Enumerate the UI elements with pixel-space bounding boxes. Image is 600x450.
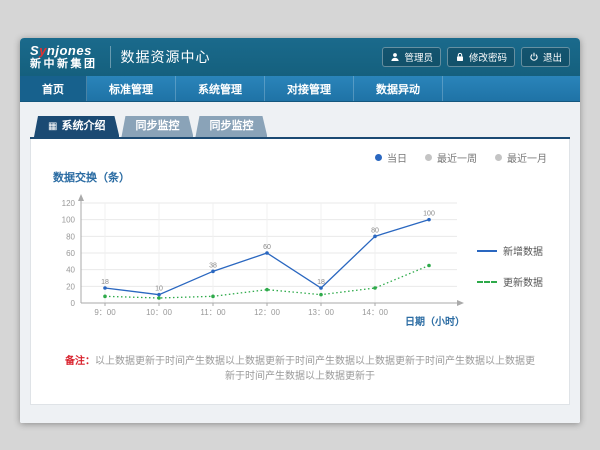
svg-text:38: 38 [209, 262, 217, 269]
svg-text:20: 20 [66, 282, 75, 291]
footnote: 备注：以上数据更新于时间产生数据以上数据更新于时间产生数据以上数据更新于时间产生… [47, 352, 553, 382]
svg-text:10: 10 [155, 286, 163, 293]
admin-user-button[interactable]: 管理员 [382, 47, 441, 67]
logo-accent-mark: y [39, 43, 47, 58]
radio-dot-icon [495, 154, 502, 161]
legend-item-new-data: 新增数据 [477, 243, 543, 258]
grid-icon: ▦ [48, 121, 57, 132]
svg-text:12：00: 12：00 [254, 308, 280, 317]
note-text: 以上数据更新于时间产生数据以上数据更新于时间产生数据以上数据更新于时间产生数据以… [95, 356, 535, 382]
nav-item-standard-mgmt[interactable]: 标准管理 [87, 76, 176, 101]
brand-logo: Synjones 新中新集团 [30, 44, 98, 70]
range-filter: 当日 最近一周 最近一月 [47, 149, 553, 165]
logout-label: 退出 [543, 50, 562, 64]
svg-text:40: 40 [66, 266, 75, 275]
note-label: 备注： [65, 356, 95, 367]
lock-icon [455, 52, 465, 62]
nav-item-system-mgmt[interactable]: 系统管理 [176, 76, 265, 101]
nav-item-home[interactable]: 首页 [20, 76, 87, 101]
chart-panel: 当日 最近一周 最近一月 数据交换（条） 0 20 40 60 80 100 120 9：00… [30, 139, 570, 405]
legend-new-data-label: 新增数据 [503, 243, 543, 258]
chart-row: 0 20 40 60 80 100 120 9：00 10：00 11：00 12：00 13：00 1… [47, 187, 553, 328]
logo-text: Synjones [30, 44, 98, 58]
tab-sync-monitor-1[interactable]: 同步监控 [121, 116, 193, 137]
radio-dot-icon [375, 154, 382, 161]
svg-text:13：00: 13：00 [308, 308, 334, 317]
admin-user-label: 管理员 [404, 50, 433, 64]
nav-item-connection-mgmt[interactable]: 对接管理 [265, 76, 354, 101]
change-password-button[interactable]: 修改密码 [447, 47, 515, 67]
svg-text:9：00: 9：00 [94, 308, 116, 317]
content-area: ▦系统介绍 同步监控 同步监控 当日 最近一周 最近一月 数据交换（条） [20, 102, 580, 423]
line-chart: 0 20 40 60 80 100 120 9：00 10：00 11：00 12：00 13：00 1… [47, 187, 467, 327]
filter-option-last-month[interactable]: 最近一月 [495, 150, 547, 165]
page-title: 数据资源中心 [121, 47, 211, 67]
logout-button[interactable]: 退出 [521, 47, 570, 67]
header-divider [110, 46, 111, 68]
svg-text:14：00: 14：00 [362, 308, 388, 317]
legend-line-sample [477, 250, 497, 252]
user-actions: 管理员 修改密码 退出 [382, 47, 570, 67]
logo-subtitle: 新中新集团 [30, 59, 98, 71]
filter-today-label: 当日 [387, 150, 407, 165]
svg-text:120: 120 [62, 199, 76, 208]
svg-text:18: 18 [317, 279, 325, 286]
svg-text:11：00: 11：00 [200, 308, 226, 317]
user-icon [390, 52, 400, 62]
svg-text:80: 80 [371, 227, 379, 234]
chart-block: 0 20 40 60 80 100 120 9：00 10：00 11：00 12：00 13：00 1… [47, 187, 467, 328]
svg-text:60: 60 [66, 249, 75, 258]
tab-system-intro[interactable]: ▦系统介绍 [34, 116, 119, 137]
series-legend: 新增数据 更新数据 [477, 243, 543, 328]
tab-bar: ▦系统介绍 同步监控 同步监控 [30, 116, 570, 139]
legend-line-sample [477, 281, 497, 283]
svg-text:0: 0 [71, 299, 76, 308]
tab-sync-monitor-2[interactable]: 同步监控 [195, 116, 267, 137]
svg-text:10：00: 10：00 [146, 308, 172, 317]
change-password-label: 修改密码 [469, 50, 507, 64]
legend-updated-data-label: 更新数据 [503, 274, 543, 289]
svg-text:80: 80 [66, 232, 75, 241]
radio-dot-icon [425, 154, 432, 161]
app-window: Synjones 新中新集团 数据资源中心 管理员 修改密码 [20, 38, 580, 423]
filter-option-last-week[interactable]: 最近一周 [425, 150, 477, 165]
svg-text:100: 100 [423, 211, 435, 218]
filter-option-today[interactable]: 当日 [375, 150, 407, 165]
svg-text:60: 60 [263, 244, 271, 251]
y-axis-label: 数据交换（条） [53, 169, 553, 185]
power-icon [529, 52, 539, 62]
nav-item-data-change[interactable]: 数据异动 [354, 76, 443, 101]
app-header: Synjones 新中新集团 数据资源中心 管理员 修改密码 [20, 38, 580, 76]
svg-text:100: 100 [62, 216, 76, 225]
filter-last-week-label: 最近一周 [437, 150, 477, 165]
filter-last-month-label: 最近一月 [507, 150, 547, 165]
main-nav: 首页 标准管理 系统管理 对接管理 数据异动 [20, 76, 580, 102]
svg-text:18: 18 [101, 279, 109, 286]
legend-item-updated-data: 更新数据 [477, 274, 543, 289]
